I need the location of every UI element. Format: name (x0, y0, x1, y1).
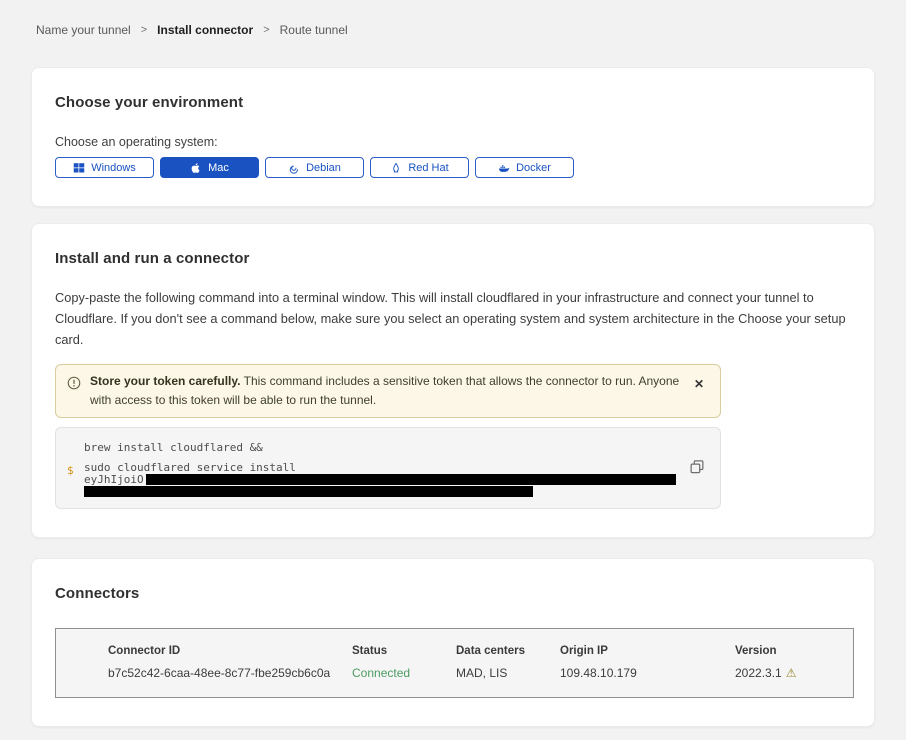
close-icon[interactable]: ✕ (690, 372, 708, 396)
alert-circle-icon (67, 376, 81, 390)
data-centers-cell: MAD, LIS (456, 666, 560, 680)
breadcrumb-name-your-tunnel[interactable]: Name your tunnel (36, 23, 131, 37)
version-cell: 2022.3.1⚠ (735, 666, 843, 680)
docker-whale-icon (498, 162, 510, 174)
connector-id-cell: b7c52c42-6caa-48ee-8c77-fbe259cb6c0a (108, 666, 352, 680)
os-select-label: Choose an operating system: (55, 135, 851, 149)
token-warning-banner: Store your token carefully. This command… (55, 364, 721, 417)
content-wrapper: Choose your environment Choose an operat… (31, 67, 875, 740)
breadcrumb: Name your tunnel > Install connector > R… (0, 0, 906, 37)
choose-environment-card: Choose your environment Choose an operat… (31, 67, 875, 207)
install-command-codeblock: brew install cloudflared && $ sudo cloud… (55, 427, 721, 509)
os-button-docker[interactable]: Docker (475, 157, 574, 178)
redacted-token-bar (146, 474, 676, 486)
os-button-label: Red Hat (408, 162, 448, 174)
token-prefix: eyJhIjoiO (84, 473, 144, 486)
debian-swirl-icon (288, 162, 300, 174)
os-button-mac[interactable]: Mac (160, 157, 259, 178)
origin-ip-cell: 109.48.10.179 (560, 666, 735, 680)
os-button-debian[interactable]: Debian (265, 157, 364, 178)
token-warning-title: Store your token carefully. (90, 374, 241, 388)
redacted-token-bar (84, 486, 533, 498)
connectors-title: Connectors (55, 585, 851, 602)
code-line-token-2 (84, 486, 676, 498)
redhat-icon (390, 162, 402, 174)
connector-row: b7c52c42-6caa-48ee-8c77-fbe259cb6c0a Con… (56, 657, 853, 697)
os-button-label: Docker (516, 162, 551, 174)
col-origin-ip: Origin IP (560, 645, 735, 657)
choose-environment-title: Choose your environment (55, 94, 851, 111)
code-line-brew: brew install cloudflared && (84, 441, 676, 454)
os-button-label: Mac (208, 162, 229, 174)
col-version: Version (735, 645, 843, 657)
col-status: Status (352, 645, 456, 657)
breadcrumb-route-tunnel[interactable]: Route tunnel (280, 23, 348, 37)
windows-icon (73, 162, 85, 174)
code-line-sudo: sudo cloudflared service install (84, 461, 676, 474)
code-line-token: eyJhIjoiO (84, 474, 676, 486)
breadcrumb-separator: > (263, 24, 269, 36)
connectors-table: Connector ID Status Data centers Origin … (55, 628, 854, 698)
apple-icon (190, 162, 202, 174)
copy-icon (688, 458, 706, 476)
os-button-windows[interactable]: Windows (55, 157, 154, 178)
shell-prompt: $ (67, 464, 74, 477)
connectors-card: Connectors Connector ID Status Data cent… (31, 558, 875, 727)
breadcrumb-install-connector[interactable]: Install connector (157, 23, 253, 37)
breadcrumb-separator: > (141, 24, 147, 36)
os-button-redhat[interactable]: Red Hat (370, 157, 469, 178)
status-badge: Connected (352, 666, 456, 680)
col-data-centers: Data centers (456, 645, 560, 657)
os-button-row: Windows Mac Debian (55, 157, 851, 178)
install-connector-card: Install and run a connector Copy-paste t… (31, 223, 875, 538)
token-warning-text: Store your token carefully. This command… (90, 372, 681, 409)
tunnel-setup-page: Name your tunnel > Install connector > R… (0, 0, 906, 740)
col-connector-id: Connector ID (108, 645, 352, 657)
os-button-label: Windows (91, 162, 136, 174)
install-description: Copy-paste the following command into a … (55, 287, 851, 350)
connectors-table-header: Connector ID Status Data centers Origin … (56, 629, 853, 657)
os-button-label: Debian (306, 162, 341, 174)
copy-command-button[interactable] (688, 458, 706, 476)
version-warning-icon: ⚠ (786, 666, 797, 680)
install-connector-title: Install and run a connector (55, 250, 851, 267)
